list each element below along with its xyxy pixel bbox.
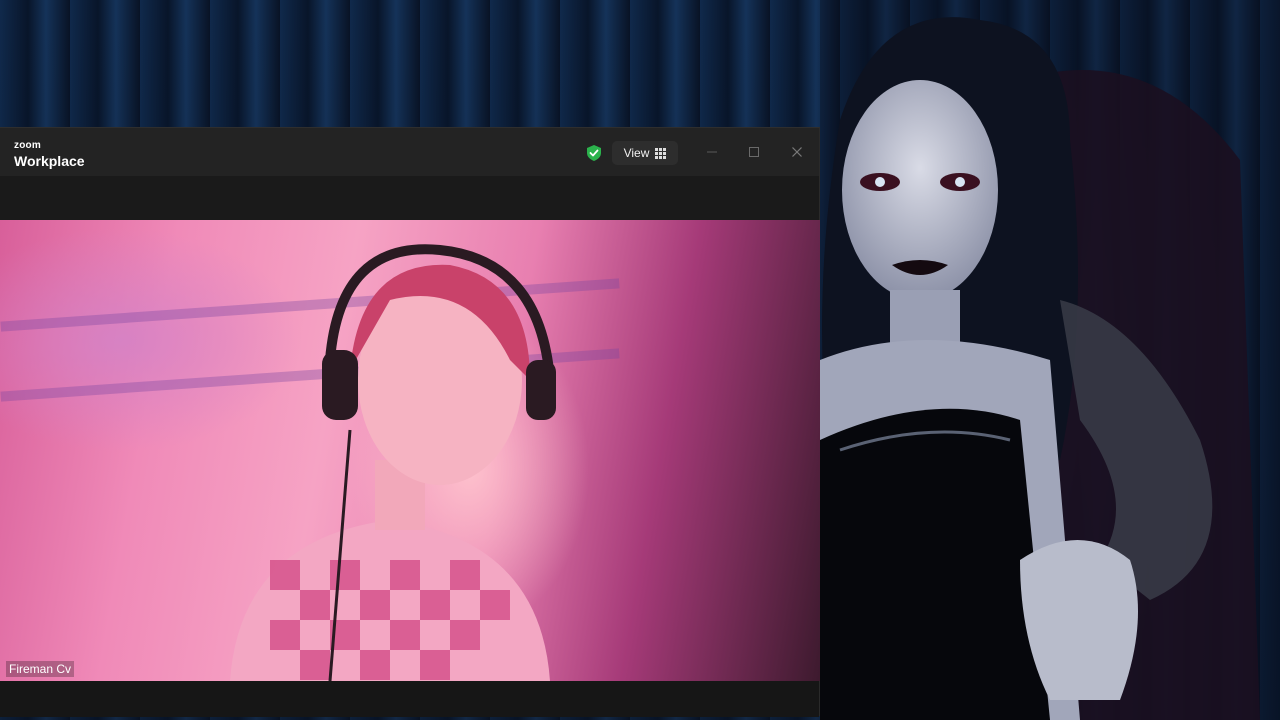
minimize-icon xyxy=(707,151,717,153)
close-icon xyxy=(792,147,802,157)
participant-video-tile[interactable]: Fireman Cv xyxy=(0,220,820,681)
meeting-bottom-bar xyxy=(0,681,819,717)
view-label: View xyxy=(623,146,650,160)
title-bar: zoom Workplace View xyxy=(0,128,819,176)
shield-check-icon[interactable] xyxy=(585,144,603,162)
close-button[interactable] xyxy=(787,142,807,162)
zoom-workplace-window: zoom Workplace View Fireman Cv xyxy=(0,127,820,717)
participant-name-label: Fireman Cv xyxy=(6,661,75,677)
view-button[interactable]: View xyxy=(612,141,678,165)
logo-zoom-text: zoom xyxy=(14,140,41,151)
desktop-wallpaper: zoom Workplace View Fireman Cv xyxy=(0,0,1280,720)
wallpaper-gothic-figure xyxy=(820,0,1280,720)
maximize-icon xyxy=(749,147,759,157)
maximize-button[interactable] xyxy=(744,142,764,162)
grid-icon xyxy=(655,147,667,159)
zoom-workplace-logo: zoom Workplace xyxy=(14,140,85,170)
meeting-top-bar xyxy=(0,176,819,220)
participant-video-feed xyxy=(230,244,556,681)
minimize-button[interactable] xyxy=(702,142,722,162)
logo-workplace-text: Workplace xyxy=(14,153,85,169)
